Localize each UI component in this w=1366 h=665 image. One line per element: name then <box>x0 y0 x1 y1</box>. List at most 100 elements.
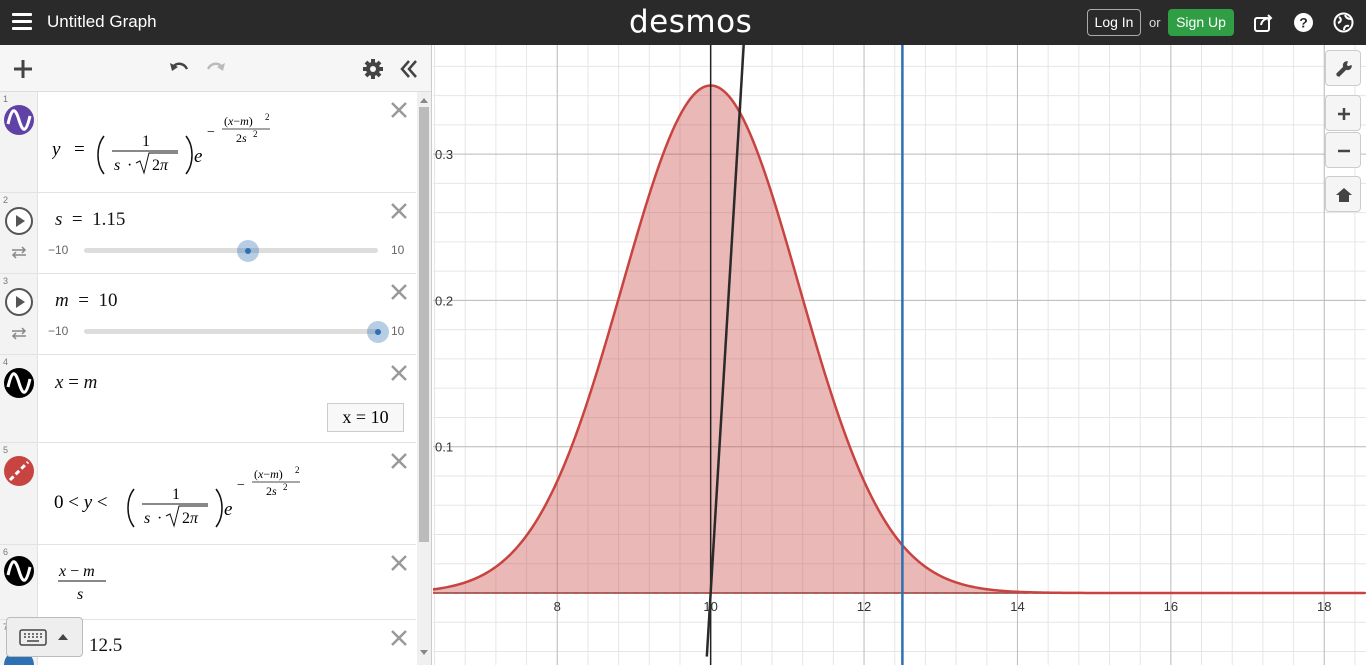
zoom-out-button[interactable] <box>1325 132 1361 168</box>
expression-row-1[interactable]: 1 y = 1 s · 2π e − (x−m) 2 2s 2 <box>0 92 416 193</box>
expression-number: 1 <box>3 94 9 104</box>
collapse-panel-icon[interactable] <box>397 57 421 81</box>
z-score-formula[interactable]: x − m s <box>56 559 116 605</box>
settings-gear-icon[interactable] <box>361 57 385 81</box>
svg-text:2: 2 <box>295 465 300 475</box>
slider-s-expression[interactable]: s = 1.15 <box>55 209 125 231</box>
svg-text:2s: 2s <box>236 131 247 145</box>
svg-text:e: e <box>194 146 202 167</box>
svg-text:2: 2 <box>253 129 258 139</box>
svg-text:·: · <box>127 157 132 174</box>
minus-icon <box>1338 149 1350 153</box>
x-tick-label: 16 <box>1164 599 1178 614</box>
delete-expression-icon[interactable] <box>390 554 408 572</box>
slider-max-label[interactable]: 10 <box>391 243 404 257</box>
zoom-in-button[interactable] <box>1325 95 1361 131</box>
svg-text:·: · <box>157 510 162 527</box>
expression-number: 4 <box>3 357 9 367</box>
home-view-button[interactable] <box>1325 176 1361 212</box>
slider-handle[interactable] <box>236 240 259 262</box>
slider-value[interactable]: 10 <box>98 290 117 311</box>
expression-toolbar <box>0 45 431 92</box>
inequality-formula[interactable]: 0 < y < 1 s · 2π e − (x−m) 2 2s 2 <box>52 459 312 531</box>
slider-track[interactable] <box>84 248 378 253</box>
expression-row-3[interactable]: 3 m = 10 −10 10 <box>0 274 416 355</box>
variable-name: s <box>55 209 63 230</box>
expression-value[interactable]: 12.5 <box>89 635 122 657</box>
slider-value[interactable]: 1.15 <box>92 209 125 230</box>
svg-text:1: 1 <box>142 133 150 150</box>
slider-m-expression[interactable]: m = 10 <box>55 290 117 312</box>
expression-tab[interactable]: 1 <box>0 92 38 192</box>
slider-min-label[interactable]: −10 <box>48 324 68 338</box>
expression-tab[interactable]: 5 <box>0 443 38 544</box>
graph-title[interactable]: Untitled Graph <box>47 12 157 32</box>
delete-expression-icon[interactable] <box>390 629 408 647</box>
redo-icon[interactable] <box>204 57 228 81</box>
expression-panel: 1 y = 1 s · 2π e − (x−m) 2 2s 2 2 s = 1.… <box>0 45 432 665</box>
graph-svg[interactable]: 8 10 12 14 16 18 0.3 0.2 0.1 <box>433 45 1366 665</box>
delete-expression-icon[interactable] <box>390 101 408 119</box>
play-icon[interactable] <box>4 206 34 236</box>
wave-icon[interactable] <box>4 556 34 586</box>
graph-canvas[interactable]: 8 10 12 14 16 18 0.3 0.2 0.1 <box>433 45 1366 665</box>
plus-icon <box>1338 108 1350 120</box>
delete-expression-icon[interactable] <box>390 364 408 382</box>
desmos-logo: desmos <box>629 4 753 40</box>
expression-row-2[interactable]: 2 s = 1.15 −10 10 <box>0 193 416 274</box>
svg-text:(x−m): (x−m) <box>224 114 253 128</box>
expression-tab[interactable]: 3 <box>0 274 38 354</box>
svg-text:?: ? <box>1299 15 1308 31</box>
loop-icon[interactable] <box>10 245 28 259</box>
variable-name: m <box>55 290 69 311</box>
expression-tab[interactable]: 6 <box>0 545 38 619</box>
slider-handle[interactable] <box>367 321 389 343</box>
undo-icon[interactable] <box>167 57 191 81</box>
play-icon[interactable] <box>4 287 34 317</box>
vertical-line-expression[interactable]: x = m <box>55 372 97 394</box>
gaussian-formula[interactable]: y = 1 s · 2π e − (x−m) 2 2s 2 <box>52 106 292 178</box>
delete-expression-icon[interactable] <box>390 452 408 470</box>
chevron-up-icon <box>58 634 68 640</box>
delete-expression-icon[interactable] <box>390 283 408 301</box>
x-tick-label: 10 <box>703 599 717 614</box>
expression-tab[interactable]: 2 <box>0 193 38 273</box>
svg-text:1: 1 <box>172 486 180 503</box>
expression-row-5[interactable]: 5 0 < y < 1 s · 2π e − (x−m) 2 2s 2 <box>0 443 416 545</box>
svg-text:y: y <box>52 139 61 160</box>
svg-text:e: e <box>224 499 232 520</box>
scroll-up-icon[interactable] <box>419 96 429 104</box>
expression-row-4[interactable]: 4 x = m x = 10 <box>0 355 416 443</box>
slider-min-label[interactable]: −10 <box>48 243 68 257</box>
expression-row-6[interactable]: 6 x − m s <box>0 545 416 620</box>
svg-text:2π: 2π <box>182 510 199 527</box>
share-icon[interactable] <box>1253 12 1274 33</box>
scrollbar-thumb[interactable] <box>419 107 429 542</box>
keyboard-toggle-button[interactable] <box>6 617 83 657</box>
graph-settings-button[interactable] <box>1325 50 1361 86</box>
wave-icon[interactable] <box>4 105 34 135</box>
help-icon[interactable]: ? <box>1293 12 1314 33</box>
svg-text:0 < y <: 0 < y < <box>54 492 108 513</box>
login-button[interactable]: Log In <box>1087 9 1141 36</box>
y-tick-label: 0.2 <box>435 293 453 308</box>
add-expression-icon[interactable] <box>11 57 35 81</box>
svg-text:2π: 2π <box>152 157 169 174</box>
svg-text:−: − <box>237 478 245 493</box>
scroll-down-icon[interactable] <box>419 649 429 657</box>
loop-icon[interactable] <box>10 326 28 340</box>
x-tick-label: 12 <box>857 599 871 614</box>
wave-icon[interactable] <box>4 368 34 398</box>
region-icon[interactable] <box>4 456 34 486</box>
expression-tab[interactable]: 4 <box>0 355 38 442</box>
svg-text:x − m: x − m <box>58 563 95 580</box>
delete-expression-icon[interactable] <box>390 202 408 220</box>
slider-max-label[interactable]: 10 <box>391 324 404 338</box>
signup-button[interactable]: Sign Up <box>1168 9 1234 36</box>
svg-text:2: 2 <box>265 112 270 122</box>
svg-text:s: s <box>114 157 120 174</box>
slider-track[interactable] <box>84 329 378 334</box>
menu-icon[interactable] <box>12 13 32 31</box>
y-tick-label: 0.3 <box>435 147 453 162</box>
globe-icon[interactable] <box>1333 12 1354 33</box>
